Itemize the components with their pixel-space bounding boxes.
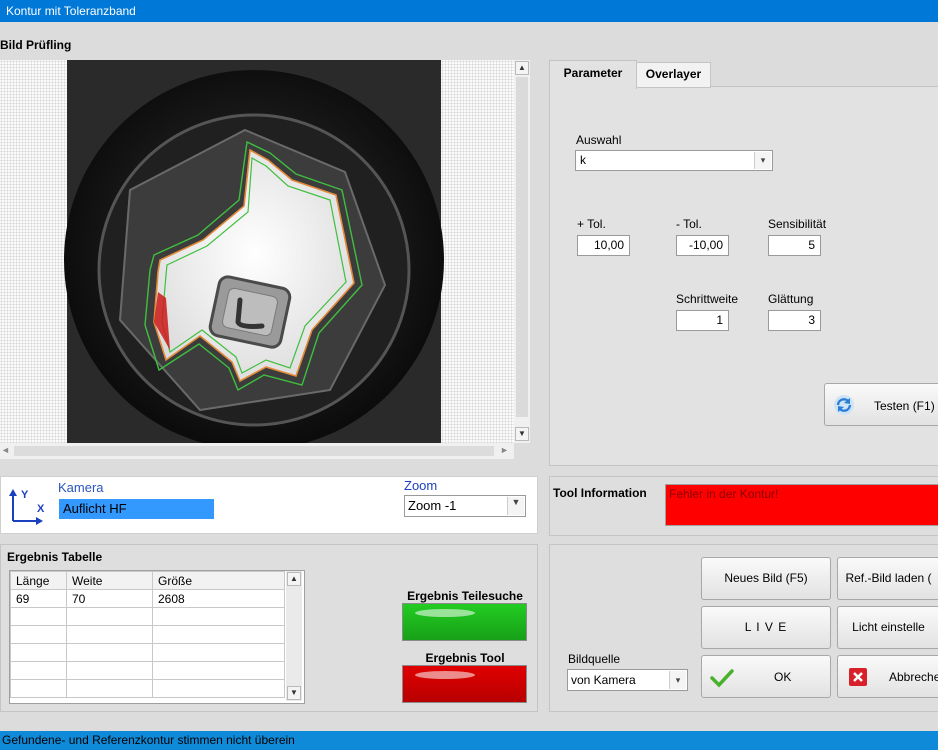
teilesuche-indicator [402, 603, 527, 641]
teilesuche-label: Ergebnis Teilesuche [407, 589, 523, 603]
col-laenge[interactable]: Länge [10, 571, 67, 590]
action-panel: Neues Bild (F5) Ref.-Bild laden ( L I V … [549, 544, 938, 712]
results-title: Ergebnis Tabelle [7, 550, 103, 564]
zoom-select[interactable]: Zoom -1 ▼ [404, 495, 526, 517]
cancel-button-label: Abbreche [889, 670, 938, 684]
cell-weite: 70 [66, 589, 153, 608]
scroll-down-icon[interactable]: ▼ [515, 427, 529, 441]
minus-tol-field[interactable]: -10,00 [676, 235, 729, 256]
tool-info-message: Fehler in der Kontur! [669, 487, 779, 501]
refresh-icon [834, 395, 854, 415]
h-scroll-thumb[interactable] [14, 446, 494, 456]
scroll-right-icon[interactable]: ► [500, 445, 509, 455]
cell-groesse: 2608 [152, 589, 285, 608]
close-icon [849, 668, 867, 686]
schrittweite-field[interactable]: 1 [676, 310, 729, 331]
scroll-up-icon[interactable]: ▲ [515, 61, 529, 75]
zoom-label: Zoom [404, 478, 438, 493]
table-row[interactable] [10, 625, 285, 644]
tab-parameter[interactable]: Parameter [549, 60, 637, 89]
title-bar: Kontur mit Toleranzband [0, 0, 938, 22]
bildquelle-value: von Kamera [571, 673, 636, 687]
results-panel: Ergebnis Tabelle Länge Weite Größe 69 70… [0, 544, 538, 712]
checkmark-icon [710, 669, 734, 688]
axis-x-label: X [37, 503, 45, 515]
auswahl-label: Auswahl [576, 133, 622, 147]
image-panel-title: Bild Prüfling [0, 38, 72, 52]
load-ref-image-button[interactable]: Ref.-Bild laden ( [837, 557, 938, 600]
tool-result-indicator [402, 665, 527, 703]
cell-laenge: 69 [10, 589, 67, 608]
col-groesse[interactable]: Größe [152, 571, 285, 590]
minus-tol-label: - Tol. [676, 217, 702, 231]
zoom-value: Zoom -1 [408, 498, 457, 513]
tool-result-label: Ergebnis Tool [425, 651, 505, 665]
plus-tol-field[interactable]: 10,00 [577, 235, 630, 256]
table-row[interactable] [10, 679, 285, 698]
schrittweite-label: Schrittweite [676, 292, 739, 306]
table-row[interactable]: 69 70 2608 [10, 589, 285, 608]
tool-info-panel: Tool Information Fehler in der Kontur! [549, 476, 938, 536]
sensibilitaet-field[interactable]: 5 [768, 235, 821, 256]
scroll-left-icon[interactable]: ◄ [1, 445, 10, 455]
axis-y-label: Y [21, 489, 29, 501]
table-row[interactable] [10, 643, 285, 662]
inspection-image [64, 60, 444, 443]
auswahl-select[interactable]: k ▾ [575, 150, 773, 171]
chevron-down-icon[interactable]: ▼ [507, 497, 524, 515]
scroll-up-icon[interactable]: ▲ [287, 572, 301, 586]
table-row[interactable] [10, 661, 285, 680]
status-text: Gefundene- und Referenzkontur stimmen ni… [2, 733, 295, 747]
tool-info-label: Tool Information [553, 486, 647, 500]
image-canvas[interactable] [0, 60, 514, 443]
glaettung-label: Glättung [768, 292, 814, 306]
col-weite[interactable]: Weite [66, 571, 153, 590]
table-scrollbar[interactable]: ▲ ▼ [286, 571, 302, 701]
bildquelle-select[interactable]: von Kamera ▾ [567, 669, 688, 691]
scroll-thumb[interactable] [516, 77, 528, 417]
image-vertical-scrollbar[interactable]: ▲ ▼ [514, 60, 530, 443]
chevron-down-icon[interactable]: ▾ [669, 671, 686, 689]
test-button[interactable]: Testen (F1) [824, 383, 938, 426]
ok-button-label: OK [774, 670, 792, 684]
plus-tol-label: + Tol. [577, 217, 606, 231]
auswahl-value: k [580, 153, 586, 167]
cancel-button[interactable]: Abbreche [837, 655, 938, 698]
status-bar: Gefundene- und Referenzkontur stimmen ni… [0, 731, 938, 750]
chevron-down-icon[interactable]: ▾ [754, 152, 771, 169]
camera-field[interactable]: Auflicht HF [59, 499, 214, 519]
test-button-label: Testen (F1) [874, 399, 935, 413]
new-image-button[interactable]: Neues Bild (F5) [701, 557, 831, 600]
ok-button[interactable]: OK [701, 655, 831, 698]
sensibilitaet-label: Sensibilität [768, 217, 827, 231]
tab-overlayer[interactable]: Overlayer [636, 62, 711, 88]
light-settings-button[interactable]: Licht einstelle [837, 606, 938, 649]
window-title: Kontur mit Toleranzband [6, 4, 136, 18]
camera-bar: Y X Kamera Auflicht HF Zoom Zoom -1 ▼ [0, 476, 538, 534]
live-button[interactable]: L I V E [701, 606, 831, 649]
tool-info-message-box: Fehler in der Kontur! [665, 484, 938, 526]
bildquelle-label: Bildquelle [568, 652, 621, 666]
camera-label: Kamera [58, 480, 104, 495]
scroll-down-icon[interactable]: ▼ [287, 686, 301, 700]
image-horizontal-scrollbar[interactable]: ◄ ► [0, 443, 514, 459]
results-table[interactable]: Länge Weite Größe 69 70 2608 ▲ ▼ [9, 570, 305, 704]
table-row[interactable] [10, 607, 285, 626]
glaettung-field[interactable]: 3 [768, 310, 821, 331]
